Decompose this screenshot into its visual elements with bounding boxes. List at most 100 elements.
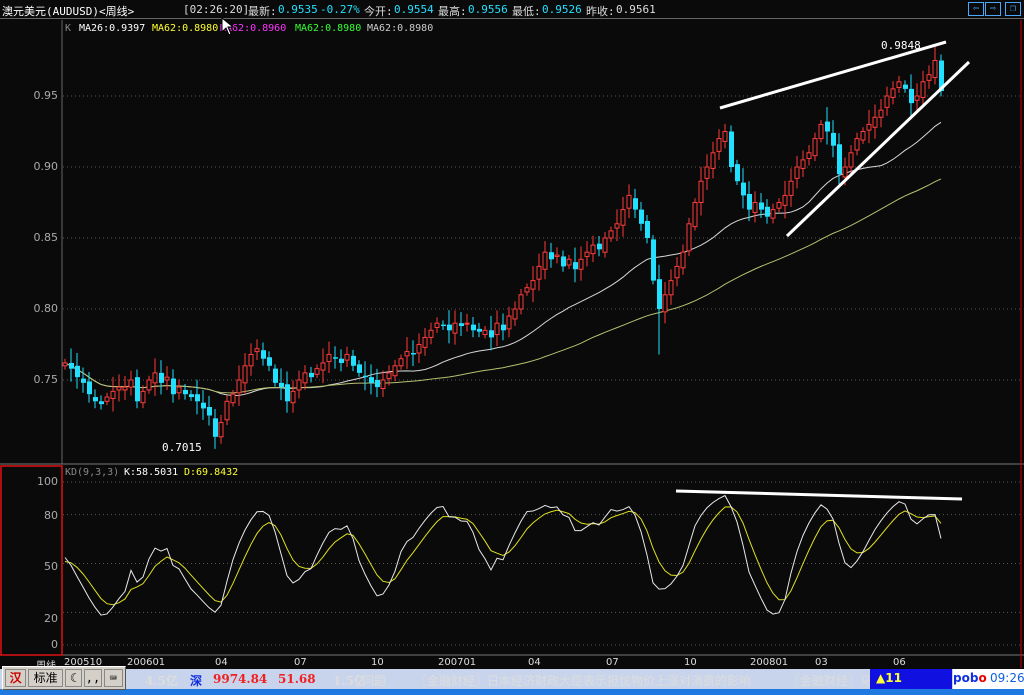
price-tick: 0.95	[33, 89, 59, 102]
candle-up	[842, 166, 848, 178]
price-tick: 0.90	[33, 160, 59, 173]
candle-up	[296, 379, 302, 391]
candle-down	[189, 394, 194, 398]
alert-count[interactable]: ▲11	[870, 669, 952, 689]
news-item[interactable]: 〖金融财经〗日本经济财政大臣表示担忧物价上涨对消费的影响	[415, 672, 751, 689]
candle-up	[152, 372, 158, 384]
candle-up	[854, 138, 860, 151]
candle-up	[860, 131, 866, 141]
candle-down	[213, 418, 218, 437]
candle-up	[530, 280, 536, 290]
high-annotation: 0.9848	[881, 39, 921, 52]
candle-up	[602, 237, 608, 253]
candle-down	[549, 252, 554, 260]
candle-up	[626, 194, 632, 209]
x-tick: 07	[294, 657, 307, 668]
candle-down	[633, 198, 638, 210]
news-item[interactable]: 问题	[362, 672, 386, 689]
candle-up	[506, 315, 512, 330]
candle-down	[825, 121, 830, 132]
candle-down	[273, 368, 278, 383]
candle-up	[542, 251, 548, 270]
candle-up	[788, 180, 794, 196]
index-change: 51.68	[278, 672, 316, 686]
candle-up	[896, 81, 902, 88]
news-item[interactable]: 〖金融财经〗马来	[788, 672, 873, 689]
candle-down	[87, 381, 92, 395]
ma-legend: MA62:0.8980	[295, 23, 362, 34]
candle-up	[932, 60, 938, 79]
candle-up	[380, 379, 386, 390]
kd-tick: 100	[37, 475, 58, 488]
candle-down	[351, 355, 356, 366]
candle-down	[135, 377, 140, 402]
candle-up	[452, 322, 458, 334]
candle-up	[146, 379, 152, 391]
candle-up	[782, 194, 788, 206]
candle-up	[110, 390, 116, 399]
ma-legend: MA62:0.8980	[152, 23, 219, 34]
candle-up	[608, 230, 614, 239]
kd-trendline	[675, 489, 963, 501]
candle-up	[386, 372, 392, 380]
candle-up	[878, 109, 884, 118]
candle-down	[909, 88, 914, 104]
candle-up	[914, 95, 920, 101]
candle-down	[93, 397, 98, 402]
candle-down	[267, 357, 272, 366]
x-tick: 200801	[750, 657, 789, 668]
brand-text: pob	[953, 671, 979, 685]
kd-tick: 50	[44, 560, 58, 573]
candle-up	[428, 329, 434, 338]
candle-up	[104, 396, 110, 402]
candle-up	[230, 393, 236, 404]
candle-down	[447, 324, 452, 331]
k-label: K	[65, 23, 72, 34]
keyboard-icon[interactable]: ⌨	[103, 669, 124, 687]
ma-legend: MA26:0.9397	[79, 23, 146, 34]
x-tick: 06	[893, 657, 906, 668]
candle-down	[501, 324, 506, 331]
price-tick: 0.80	[33, 302, 59, 315]
candle-up	[722, 131, 728, 142]
candle-up	[584, 251, 590, 257]
x-tick: 04	[215, 657, 228, 668]
ime-logo-icon[interactable]: 汉	[5, 669, 27, 687]
chart-canvas[interactable]	[0, 0, 1024, 669]
candle-up	[512, 308, 518, 320]
candle-down	[357, 364, 362, 373]
kd-tick: 0	[51, 638, 58, 651]
x-tick: 07	[606, 657, 619, 668]
candle-up	[776, 202, 782, 209]
status-ticker: 4.5亿 深 9974.84 51.68 1.5亿 问题 〖金融财经〗日本经济财…	[0, 669, 1024, 689]
ma26-line	[64, 121, 942, 397]
candle-up	[710, 152, 716, 169]
candle-up	[302, 372, 308, 384]
low-annotation: 0.7015	[162, 441, 202, 454]
candle-up	[872, 116, 878, 128]
ime-mode-button[interactable]: 标准	[28, 669, 63, 687]
kd-title: KD(9,3,3)	[65, 467, 120, 478]
candle-down	[741, 182, 746, 196]
candle-down	[729, 131, 734, 167]
candle-down	[81, 378, 86, 383]
candle-up	[398, 358, 404, 367]
candle-up	[692, 202, 698, 228]
candle-up	[662, 294, 668, 313]
trendlines	[675, 40, 971, 501]
candle-down	[573, 262, 578, 270]
price-tick: 0.85	[33, 231, 59, 244]
moon-icon[interactable]: ☾	[64, 669, 83, 687]
candle-down	[471, 324, 476, 331]
candle-up	[812, 138, 818, 157]
candle-up	[62, 362, 68, 367]
candle-up	[314, 368, 320, 375]
punctuation-icon[interactable]: ,,	[84, 669, 102, 687]
candle-up	[248, 353, 254, 367]
candle-up	[536, 265, 542, 280]
candle-down	[837, 144, 842, 175]
candle-up	[524, 287, 530, 293]
ime-toolbar: 汉 标准 ☾ ,, ⌨	[2, 666, 126, 690]
candle-up	[770, 209, 776, 219]
candle-up	[392, 365, 398, 377]
